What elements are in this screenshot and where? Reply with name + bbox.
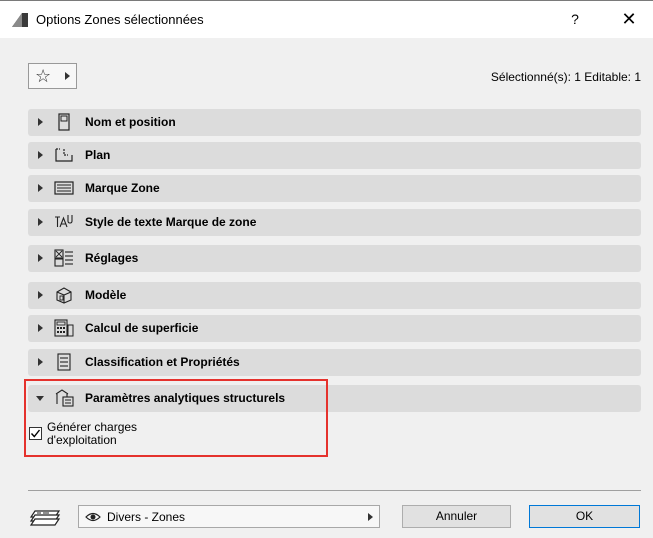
help-button[interactable]: ? <box>560 6 590 32</box>
favorites-button[interactable]: ☆ <box>28 63 77 89</box>
panel-settings[interactable]: Réglages <box>28 245 641 272</box>
panel-text-style[interactable]: Style de texte Marque de zone <box>28 209 641 236</box>
text-style-icon <box>55 215 73 228</box>
close-button[interactable]: ✕ <box>614 6 644 32</box>
classification-icon <box>57 353 71 371</box>
layer-select[interactable]: Divers - Zones <box>78 505 380 528</box>
expand-arrow-icon[interactable] <box>38 151 43 159</box>
popup-arrow-icon <box>65 72 70 80</box>
generate-loads-label-line2: d'exploitation <box>47 433 117 447</box>
app-icon <box>12 13 28 27</box>
panel-label: Réglages <box>85 251 139 265</box>
panel-zone-stamp[interactable]: Marque Zone <box>28 175 641 202</box>
cancel-button[interactable]: Annuler <box>402 505 511 528</box>
ok-button[interactable]: OK <box>529 505 640 528</box>
layer-icon <box>29 510 61 526</box>
panel-label: Nom et position <box>85 115 176 129</box>
panel-label: Style de texte Marque de zone <box>85 215 257 229</box>
layer-name: Divers - Zones <box>107 510 186 524</box>
panel-name-position[interactable]: Nom et position <box>28 109 641 136</box>
zone-stamp-icon <box>54 181 74 195</box>
panel-area-calculation[interactable]: Calcul de superficie <box>28 315 641 342</box>
generate-loads-label: Générer charges d'exploitation <box>47 421 197 447</box>
expand-arrow-icon[interactable] <box>38 118 43 126</box>
selection-info: Sélectionné(s): 1 Editable: 1 <box>490 70 641 84</box>
popup-arrow-icon <box>368 513 373 521</box>
window-title: Options Zones sélectionnées <box>36 12 204 27</box>
panel-label: Plan <box>85 148 111 162</box>
settings-icon <box>54 249 73 267</box>
checkmark-icon <box>30 429 41 438</box>
expand-arrow-icon[interactable] <box>38 184 43 192</box>
area-calculation-icon <box>54 319 74 337</box>
panel-label: Classification et Propriétés <box>85 355 240 369</box>
dialog-window: Options Zones sélectionnées ? ✕ ☆ Sélect… <box>0 0 653 538</box>
panel-label: Calcul de superficie <box>85 321 199 335</box>
footer-divider <box>28 490 641 491</box>
panel-plan[interactable]: Plan <box>28 142 641 169</box>
expand-arrow-icon[interactable] <box>38 291 43 299</box>
expand-arrow-icon[interactable] <box>38 254 43 262</box>
star-icon: ☆ <box>35 66 52 86</box>
panel-classification[interactable]: Classification et Propriétés <box>28 349 641 376</box>
expand-arrow-icon[interactable] <box>38 324 43 332</box>
floor-plan-icon <box>55 148 73 162</box>
panel-label: Marque Zone <box>85 181 160 195</box>
eye-icon <box>85 512 101 522</box>
panel-label: Modèle <box>85 288 127 302</box>
generate-loads-checkbox[interactable] <box>29 427 42 440</box>
expand-arrow-icon[interactable] <box>38 218 43 226</box>
model-icon <box>56 287 72 304</box>
panel-model[interactable]: Modèle <box>28 282 641 309</box>
name-position-icon <box>58 113 70 131</box>
title-bar: Options Zones sélectionnées ? ✕ <box>0 0 653 38</box>
expand-arrow-icon[interactable] <box>38 358 43 366</box>
